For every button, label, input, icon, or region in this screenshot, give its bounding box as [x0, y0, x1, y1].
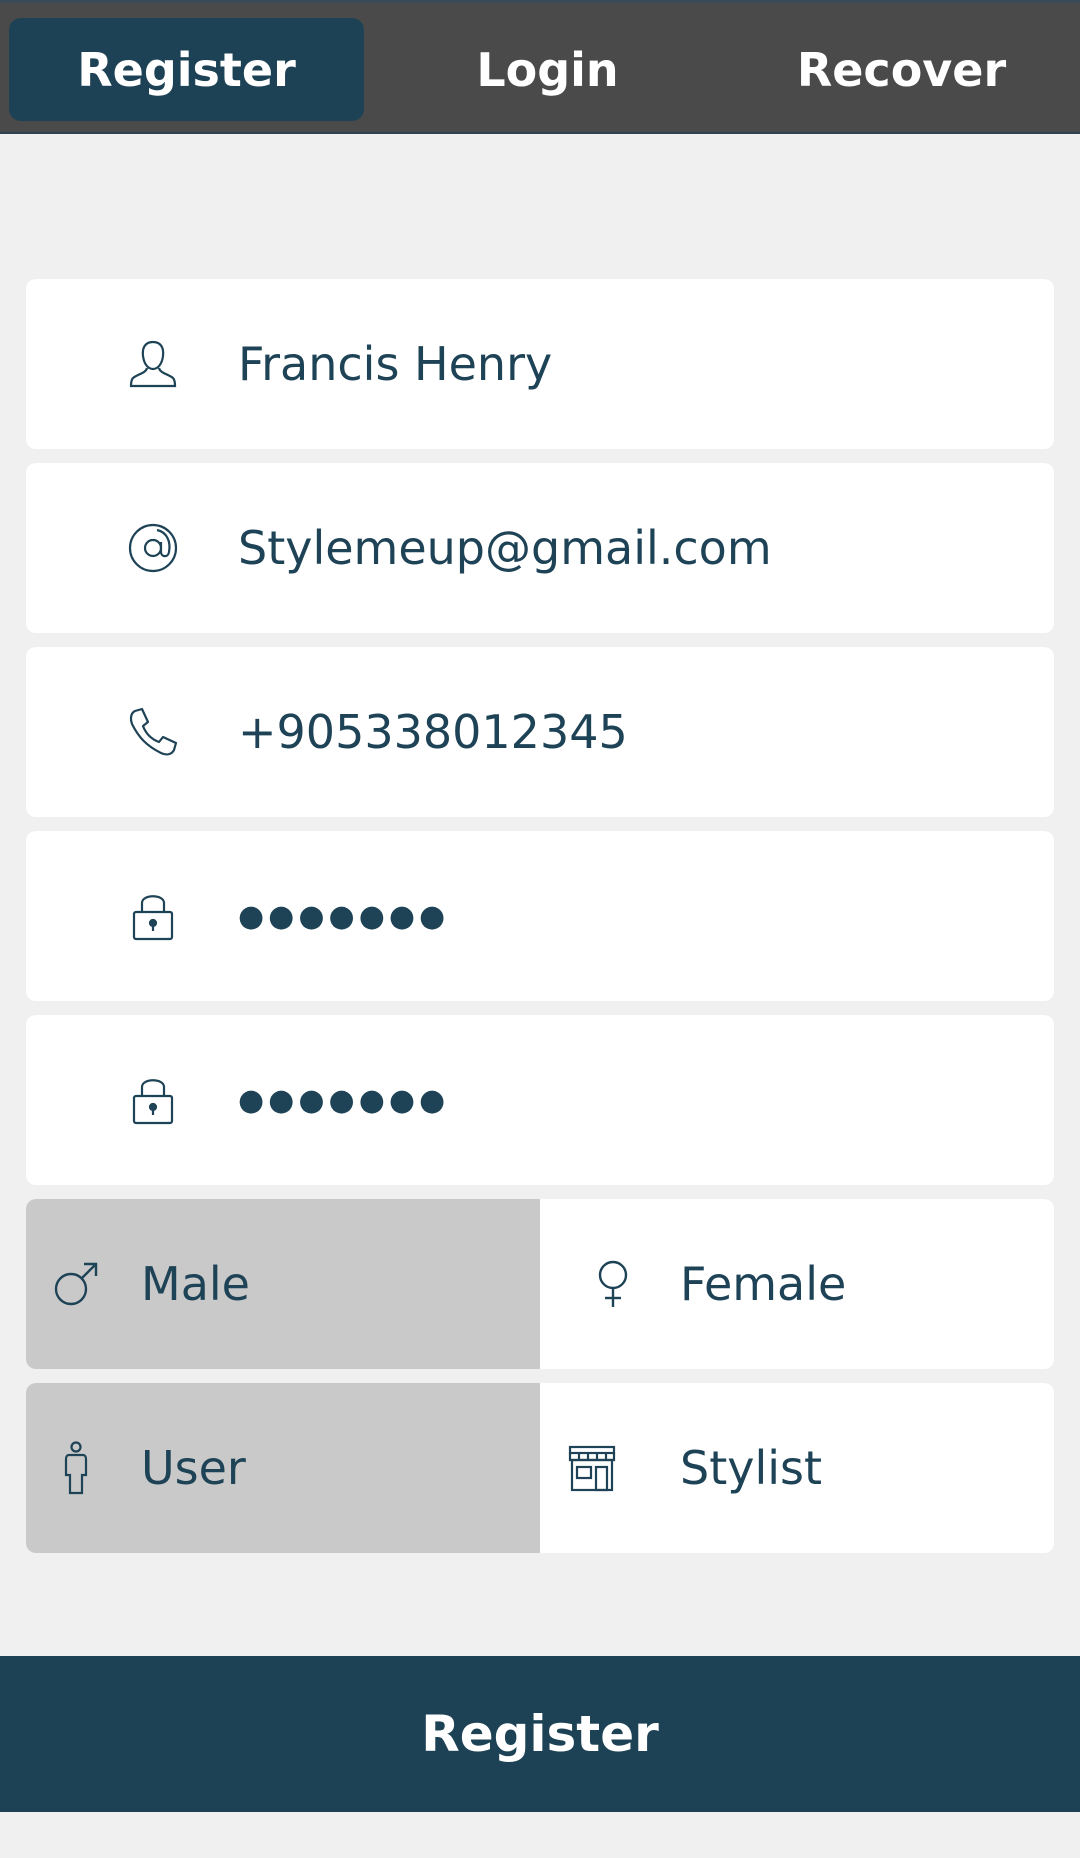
- phone-field[interactable]: +905338012345: [26, 647, 1054, 817]
- male-icon: [48, 1256, 104, 1312]
- lock-icon: [123, 886, 183, 946]
- account-user-label: User: [141, 1441, 246, 1495]
- name-field[interactable]: Francis Henry: [26, 279, 1054, 449]
- email-value: Stylemeup@gmail.com: [238, 521, 772, 575]
- lock-icon: [123, 1070, 183, 1130]
- gender-selector: Male Female: [26, 1199, 1054, 1369]
- gender-male-label: Male: [141, 1257, 250, 1311]
- email-field[interactable]: Stylemeup@gmail.com: [26, 463, 1054, 633]
- password-value: ●●●●●●●: [238, 898, 450, 934]
- person-icon: [48, 1440, 104, 1496]
- tab-register[interactable]: Register: [9, 18, 364, 121]
- user-icon: [123, 334, 183, 394]
- phone-value: +905338012345: [238, 705, 628, 759]
- tab-recover[interactable]: Recover: [724, 18, 1079, 121]
- confirm-password-value: ●●●●●●●: [238, 1082, 450, 1118]
- name-value: Francis Henry: [238, 337, 553, 391]
- account-option-stylist[interactable]: Stylist: [540, 1383, 1054, 1553]
- gender-option-female[interactable]: Female: [540, 1199, 1054, 1369]
- female-icon: [585, 1256, 641, 1312]
- account-option-user[interactable]: User: [26, 1383, 540, 1553]
- confirm-password-field[interactable]: ●●●●●●●: [26, 1015, 1054, 1185]
- register-submit-button[interactable]: Register: [0, 1656, 1080, 1812]
- password-field[interactable]: ●●●●●●●: [26, 831, 1054, 1001]
- top-tab-bar: Register Login Recover: [0, 0, 1080, 134]
- at-icon: [123, 518, 183, 578]
- gender-female-label: Female: [680, 1257, 847, 1311]
- store-icon: [564, 1440, 620, 1496]
- phone-icon: [123, 702, 183, 762]
- account-type-selector: User Stylist: [26, 1383, 1054, 1553]
- account-stylist-label: Stylist: [680, 1441, 823, 1495]
- tab-login[interactable]: Login: [370, 18, 725, 121]
- gender-option-male[interactable]: Male: [26, 1199, 540, 1369]
